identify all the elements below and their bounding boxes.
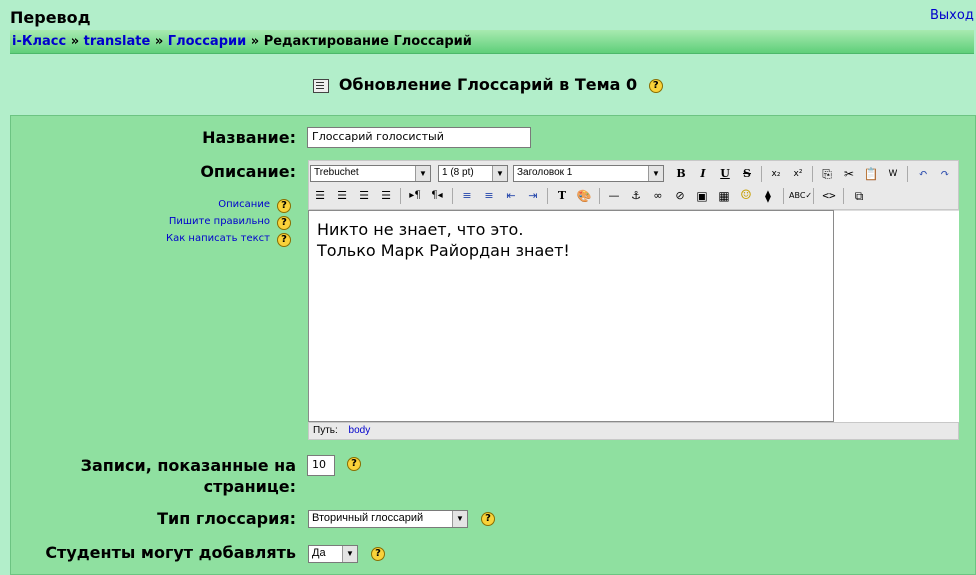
unordered-list-icon[interactable]: ≡ (480, 187, 498, 205)
name-label: Название: (202, 128, 296, 147)
toolbar-separator (907, 166, 908, 182)
help-icon[interactable]: ? (481, 512, 495, 526)
indent-icon[interactable]: ⇥ (524, 187, 542, 205)
help-icon[interactable]: ? (277, 216, 291, 230)
help-icon[interactable]: ? (347, 457, 361, 471)
page-title-text: Обновление Глоссарий в Тема 0 (338, 75, 638, 94)
path-label: Путь: (313, 425, 338, 436)
breadcrumb-separator: » (154, 34, 164, 49)
module-icon (313, 78, 330, 93)
toolbar-separator (452, 188, 453, 204)
align-right-icon[interactable]: ☰ (355, 187, 373, 205)
special-char-icon[interactable]: ⧫ (759, 187, 777, 205)
site-title: Перевод (10, 8, 91, 27)
size-select[interactable]: 1 (8 pt) ▼ (438, 165, 508, 182)
entries-per-page-label: Записи, показанные на странице: (40, 455, 296, 497)
insert-image-icon[interactable]: ▣ (693, 187, 711, 205)
help-link-description[interactable]: Описание (218, 199, 270, 210)
breadcrumb-separator: » (70, 34, 80, 49)
editor-content[interactable]: Никто не знает, что это. Только Марк Рай… (308, 210, 834, 422)
strikethrough-icon[interactable]: S (738, 165, 756, 183)
editor-line-1: Никто не знает, что это. (317, 220, 524, 239)
students-can-add-label: Студенты могут добавлять (45, 543, 296, 562)
logout-link[interactable]: Выход (930, 8, 974, 23)
undo-icon[interactable]: ↶ (914, 165, 932, 183)
align-justify-icon[interactable]: ☰ (377, 187, 395, 205)
bold-icon[interactable]: B (672, 165, 690, 183)
spellcheck-icon[interactable]: ABC✓ (789, 187, 812, 205)
help-icon[interactable]: ? (277, 233, 291, 247)
paste-icon[interactable]: 📋 (862, 165, 880, 183)
entries-label-line2: странице: (203, 477, 296, 496)
chevron-down-icon: ▼ (648, 166, 663, 181)
horizontal-rule-icon[interactable]: — (605, 187, 623, 205)
ordered-list-icon[interactable]: ≡ (458, 187, 476, 205)
toolbar-separator (783, 188, 784, 204)
font-select-value: Trebuchet (314, 167, 359, 178)
help-icon[interactable]: ? (277, 199, 291, 213)
entries-per-page-input[interactable]: 10 (307, 455, 335, 476)
toolbar-separator (599, 188, 600, 204)
students-can-add-value: Да (312, 547, 326, 559)
text-color-icon[interactable]: T (553, 187, 571, 205)
entries-label-line1: Записи, показанные на (80, 456, 296, 475)
cut-icon[interactable]: ✂ (840, 165, 858, 183)
outdent-icon[interactable]: ⇤ (502, 187, 520, 205)
subscript-icon[interactable]: x₂ (767, 165, 785, 183)
html-source-icon[interactable]: <> (820, 187, 838, 205)
help-link-write-correctly[interactable]: Пишите правильно (169, 216, 270, 227)
toolbar-separator (400, 188, 401, 204)
breadcrumb-current: Редактирование Глоссарий (263, 34, 472, 49)
path-body-link[interactable]: body (349, 425, 371, 436)
rtl-icon[interactable]: ¶◂ (428, 187, 446, 205)
underline-icon[interactable]: U (716, 165, 734, 183)
breadcrumb: i-Класс » translate » Глоссарии » Редакт… (10, 30, 974, 54)
anchor-icon[interactable]: ⚓ (627, 187, 645, 205)
glossary-type-label: Тип глоссария: (157, 509, 296, 528)
insert-table-icon[interactable]: ▦ (715, 187, 733, 205)
toolbar-separator (813, 188, 814, 204)
unlink-icon[interactable]: ⊘ (671, 187, 689, 205)
breadcrumb-item-iclass[interactable]: i-Класс (12, 34, 66, 49)
paste-word-icon[interactable]: W (884, 165, 902, 183)
editor-line-2: Только Марк Райордан знает! (317, 241, 570, 260)
breadcrumb-item-glossaries[interactable]: Глоссарии (168, 34, 246, 49)
format-select[interactable]: Заголовок 1 ▼ (513, 165, 664, 182)
ltr-icon[interactable]: ▸¶ (406, 187, 424, 205)
fullscreen-icon[interactable]: ⧉ (850, 187, 868, 205)
help-link-how-to-write[interactable]: Как написать текст (166, 233, 270, 244)
page-title: Обновление Глоссарий в Тема 0 ? (0, 75, 976, 94)
align-left-icon[interactable]: ☰ (311, 187, 329, 205)
description-label: Описание: (200, 162, 296, 181)
glossary-type-select[interactable]: Вторичный глоссарий ▼ (308, 510, 468, 528)
redo-icon[interactable]: ↷ (936, 165, 954, 183)
copy-icon[interactable]: ⎘ (818, 165, 836, 183)
chevron-down-icon: ▼ (452, 511, 467, 527)
help-icon[interactable]: ? (648, 78, 663, 93)
editor-path-bar: Путь: body (308, 422, 959, 440)
editor-side-area (834, 210, 959, 423)
size-select-value: 1 (8 pt) (442, 167, 474, 178)
toolbar-separator (843, 188, 844, 204)
font-select[interactable]: Trebuchet ▼ (310, 165, 431, 182)
superscript-icon[interactable]: x² (789, 165, 807, 183)
link-icon[interactable]: ∞ (649, 187, 667, 205)
toolbar-separator (761, 166, 762, 182)
breadcrumb-separator: » (250, 34, 260, 49)
toolbar-separator (547, 188, 548, 204)
students-can-add-select[interactable]: Да ▼ (308, 545, 358, 563)
chevron-down-icon: ▼ (492, 166, 507, 181)
breadcrumb-item-translate[interactable]: translate (84, 34, 151, 49)
toolbar-separator (812, 166, 813, 182)
name-input[interactable]: Глоссарий голосистый (307, 127, 531, 148)
smiley-icon[interactable]: ☺ (737, 187, 755, 205)
chevron-down-icon: ▼ (415, 166, 430, 181)
background-color-icon[interactable]: 🎨 (575, 187, 593, 205)
align-center-icon[interactable]: ☰ (333, 187, 351, 205)
help-icon[interactable]: ? (371, 547, 385, 561)
italic-icon[interactable]: I (694, 165, 712, 183)
chevron-down-icon: ▼ (342, 546, 357, 562)
format-select-value: Заголовок 1 (517, 167, 573, 178)
glossary-type-value: Вторичный глоссарий (312, 512, 424, 524)
